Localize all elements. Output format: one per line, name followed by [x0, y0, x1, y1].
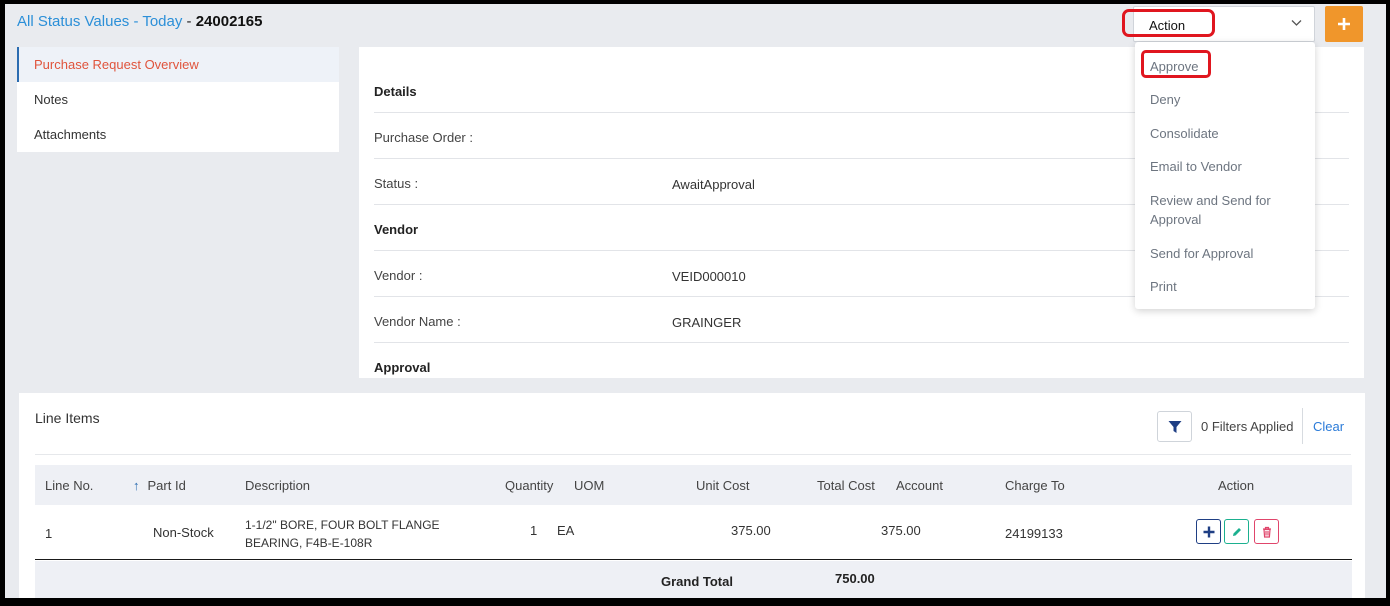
column-header-uom[interactable]: UOM	[574, 478, 604, 493]
line-items-title: Line Items	[35, 410, 100, 426]
add-new-button[interactable]	[1325, 6, 1363, 42]
filter-button[interactable]	[1157, 411, 1192, 442]
menu-item-send-approval[interactable]: Send for Approval	[1150, 244, 1300, 263]
menu-item-email-vendor[interactable]: Email to Vendor	[1150, 157, 1300, 176]
column-header-part-id[interactable]: ↑ Part Id	[133, 478, 186, 493]
action-dropdown-value: Action	[1149, 18, 1186, 33]
column-header-action: Action	[1218, 478, 1255, 493]
plus-icon	[1338, 18, 1350, 30]
cell-line-no: 1	[45, 526, 53, 541]
status-filter-link[interactable]: All Status Values - Today	[17, 13, 182, 30]
divider	[35, 454, 1351, 455]
section-title-vendor: Vendor	[374, 222, 419, 237]
divider	[1302, 408, 1303, 444]
section-title-details: Details	[374, 84, 417, 99]
section-title-approval: Approval	[374, 360, 431, 375]
menu-item-consolidate[interactable]: Consolidate	[1150, 124, 1300, 143]
menu-item-deny[interactable]: Deny	[1150, 90, 1300, 109]
field-label: Purchase Order :	[374, 130, 473, 145]
page-title: All Status Values - Today - 24002165	[17, 13, 262, 30]
record-id: 24002165	[195, 13, 263, 30]
app-frame: All Status Values - Today - 24002165 Act…	[5, 4, 1386, 598]
sidebar-item-attachments[interactable]: Attachments	[17, 117, 339, 152]
column-header-total-cost[interactable]: Total Cost	[817, 478, 875, 493]
menu-item-print[interactable]: Print	[1150, 277, 1300, 296]
action-menu: Approve Deny Consolidate Email to Vendor…	[1135, 42, 1315, 309]
field-label: Vendor Name :	[374, 314, 461, 329]
cell-description: 1-1/2" BORE, FOUR BOLT FLANGE BEARING, F…	[245, 516, 440, 552]
field-value: AwaitApproval	[672, 177, 755, 192]
chevron-down-icon	[1291, 17, 1302, 31]
cell-total-cost: 375.00	[881, 523, 921, 538]
plus-icon	[1203, 526, 1215, 538]
pencil-icon	[1233, 528, 1241, 536]
table-footer: Grand Total 750.00	[35, 561, 1352, 598]
field-label: Vendor :	[374, 268, 423, 283]
sidebar-item-overview[interactable]: Purchase Request Overview	[17, 47, 339, 82]
column-header-description[interactable]: Description	[245, 478, 310, 493]
table-row: 1 Non-Stock 1-1/2" BORE, FOUR BOLT FLANG…	[35, 505, 1352, 560]
filter-icon	[1168, 421, 1182, 433]
sidebar-item-notes[interactable]: Notes	[17, 82, 339, 117]
menu-item-approve[interactable]: Approve	[1150, 57, 1300, 76]
menu-item-review-send[interactable]: Review and Send for Approval	[1150, 191, 1300, 229]
cell-quantity: 1	[530, 523, 538, 538]
sidebar: Purchase Request Overview Notes Attachme…	[17, 47, 339, 152]
section-approval: Approval	[374, 343, 1349, 389]
add-row-button[interactable]	[1196, 519, 1221, 544]
sort-ascending-icon: ↑	[133, 478, 140, 493]
column-header-quantity[interactable]: Quantity	[505, 478, 553, 493]
field-value: GRAINGER	[672, 315, 742, 330]
cell-part-id: Non-Stock	[153, 525, 214, 540]
description-line: BEARING, F4B-E-108R	[245, 536, 373, 550]
field-label: Status :	[374, 176, 419, 191]
column-header-label: Part Id	[147, 478, 186, 493]
line-items-panel: Line Items 0 Filters Applied Clear Line …	[19, 393, 1365, 598]
delete-row-button[interactable]	[1254, 519, 1279, 544]
edit-row-button[interactable]	[1224, 519, 1249, 544]
column-header-unit-cost[interactable]: Unit Cost	[696, 478, 749, 493]
grand-total-label: Grand Total	[661, 574, 733, 589]
column-header-line-no[interactable]: Line No.	[45, 478, 93, 493]
column-header-account[interactable]: Account	[896, 478, 943, 493]
cell-charge-to: 24199133	[1005, 526, 1063, 541]
field-value: VEID000010	[672, 269, 746, 284]
trash-icon	[1263, 526, 1271, 538]
cell-unit-cost: 375.00	[731, 523, 771, 538]
action-dropdown[interactable]: Action	[1133, 6, 1315, 42]
table-header: Line No. ↑ Part Id Description Quantity U…	[35, 465, 1352, 505]
cell-uom: EA	[557, 523, 575, 538]
grand-total-value: 750.00	[835, 571, 875, 586]
filters-applied-count: 0 Filters Applied	[1201, 419, 1294, 434]
clear-filters-link[interactable]: Clear	[1313, 419, 1344, 434]
title-separator: -	[182, 13, 196, 30]
description-line: 1-1/2" BORE, FOUR BOLT FLANGE	[245, 518, 440, 532]
column-header-charge-to[interactable]: Charge To	[1005, 478, 1065, 493]
